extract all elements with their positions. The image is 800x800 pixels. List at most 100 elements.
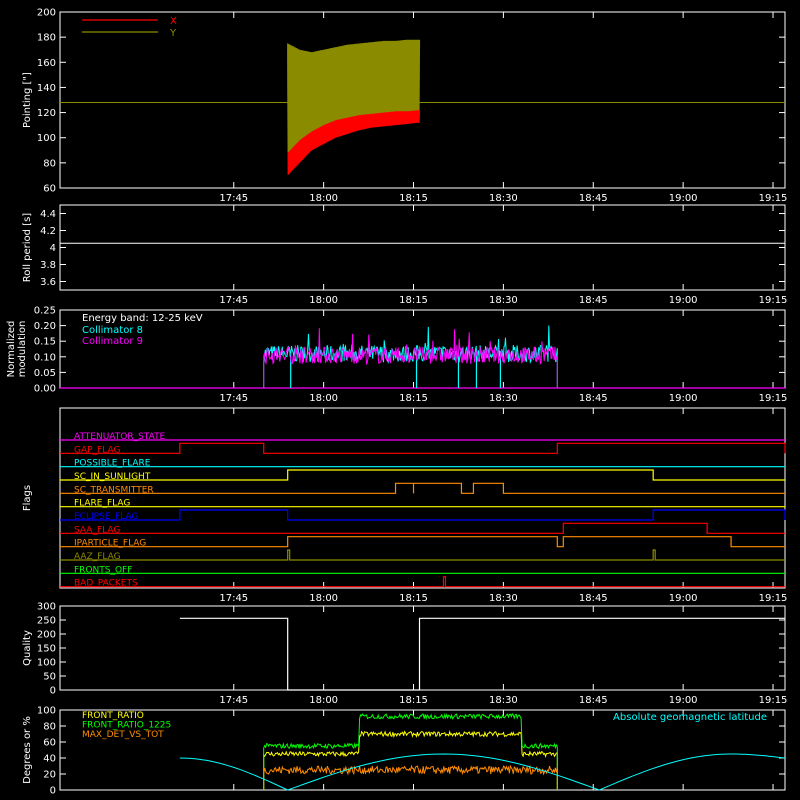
energy-band-annotation: Energy band: 12-25 keV bbox=[82, 313, 203, 324]
y-tick-label-ratios: 0 bbox=[50, 786, 56, 797]
y-tick-label-pointing: 60 bbox=[43, 184, 56, 195]
y-tick-label-quality: 200 bbox=[37, 630, 56, 641]
x-tick-label: 18:45 bbox=[579, 695, 608, 706]
x-tick-label: 19:15 bbox=[759, 593, 788, 604]
legend-label-x: X bbox=[170, 16, 177, 27]
y-tick-label-quality: 100 bbox=[37, 658, 56, 669]
x-tick-label: 18:15 bbox=[399, 695, 428, 706]
y-tick-label-pointing: 180 bbox=[37, 33, 56, 44]
modulation-series-9 bbox=[263, 328, 558, 389]
y-axis-label-ratios: Degrees or % bbox=[22, 716, 33, 784]
x-tick-label: 18:30 bbox=[489, 695, 518, 706]
y-tick-label-pointing: 120 bbox=[37, 108, 56, 119]
y-tick-label-ratios: 60 bbox=[43, 738, 56, 749]
x-tick-label: 19:00 bbox=[669, 695, 698, 706]
y-tick-label-quality: 50 bbox=[43, 672, 56, 683]
flag-line bbox=[60, 522, 785, 534]
y-tick-label-pointing: 200 bbox=[37, 8, 56, 19]
flag-line bbox=[60, 536, 785, 548]
legend-label-y: Y bbox=[169, 28, 177, 39]
x-tick-label: 19:15 bbox=[759, 295, 788, 306]
x-tick-label: 17:45 bbox=[219, 393, 248, 404]
x-tick-label: 19:00 bbox=[669, 193, 698, 204]
ratio-series-line bbox=[263, 729, 558, 791]
x-tick-label: 18:00 bbox=[309, 593, 338, 604]
y-tick-label-roll_period: 4 bbox=[50, 243, 56, 254]
legend-label-collimator: Collimator 8 bbox=[82, 325, 143, 336]
y-tick-label-pointing: 140 bbox=[37, 83, 56, 94]
x-tick-label: 18:45 bbox=[579, 295, 608, 306]
y-axis-label-quality: Quality bbox=[22, 630, 33, 666]
y-tick-label-modulation: 0.25 bbox=[34, 306, 56, 317]
x-tick-label: 18:15 bbox=[399, 593, 428, 604]
chart-canvas: 17:45 18:00 18:15 18:30 18:45 19:00 19:15 Point… bbox=[6, 8, 788, 797]
geomagnetic-latitude-line bbox=[179, 753, 786, 791]
x-tick-label: 18:45 bbox=[579, 593, 608, 604]
y-tick-label-quality: 0 bbox=[50, 686, 56, 697]
x-tick-label: 18:00 bbox=[309, 193, 338, 204]
x-tick-label: 17:45 bbox=[219, 295, 248, 306]
y-tick-label-ratios: 100 bbox=[37, 706, 56, 717]
x-tick-label: 19:15 bbox=[759, 393, 788, 404]
flag-line bbox=[60, 509, 786, 521]
panel-frame-roll_period bbox=[59, 204, 786, 291]
legend-label-ratio: FRONT_RATIO_1225 bbox=[82, 721, 171, 731]
x-tick-label: 18:30 bbox=[489, 193, 518, 204]
x-tick-label: 18:00 bbox=[309, 393, 338, 404]
legend-label-collimator: Collimator 9 bbox=[82, 336, 143, 347]
flag-line bbox=[60, 549, 785, 561]
y-tick-label-roll_period: 4.2 bbox=[40, 226, 56, 237]
y-tick-label-roll_period: 3.6 bbox=[40, 277, 56, 288]
y-axis-label-roll_period: Roll period [s] bbox=[22, 213, 33, 282]
y-tick-label-ratios: 40 bbox=[43, 754, 56, 765]
x-tick-label: 19:00 bbox=[669, 393, 698, 404]
y-axis-label-line: Normalized bbox=[6, 321, 17, 378]
ratio-series-line bbox=[263, 764, 558, 791]
flag-line bbox=[60, 576, 785, 588]
y-tick-label-roll_period: 3.8 bbox=[40, 260, 56, 271]
flag-line bbox=[60, 482, 785, 494]
legend-label-ratio: FRONT_RATIO bbox=[82, 711, 144, 721]
x-tick-label: 18:00 bbox=[309, 695, 338, 706]
x-tick-label: 18:15 bbox=[399, 393, 428, 404]
y-tick-label-quality: 150 bbox=[37, 644, 56, 655]
x-tick-label: 19:00 bbox=[669, 295, 698, 306]
y-tick-label-modulation: 0.15 bbox=[34, 337, 56, 348]
x-tick-label: 17:45 bbox=[219, 593, 248, 604]
y-tick-label-modulation: 0.10 bbox=[34, 352, 56, 363]
y-axis-label-line: modulation bbox=[17, 321, 28, 378]
y-tick-label-quality: 300 bbox=[37, 602, 56, 613]
y-tick-label-pointing: 80 bbox=[43, 158, 56, 169]
y-axis-label-pointing: Pointing ["] bbox=[22, 72, 33, 128]
x-tick-label: 18:30 bbox=[489, 593, 518, 604]
y-tick-label-ratios: 80 bbox=[43, 722, 56, 733]
x-tick-label: 18:15 bbox=[399, 193, 428, 204]
x-tick-label: 19:15 bbox=[759, 193, 788, 204]
x-tick-label: 19:15 bbox=[759, 695, 788, 706]
x-tick-label: 18:30 bbox=[489, 295, 518, 306]
x-tick-label: 18:30 bbox=[489, 393, 518, 404]
flag-line bbox=[60, 442, 786, 454]
quality-line bbox=[179, 617, 785, 691]
legend-label-ratio: MAX_DET_VS_TOT bbox=[82, 730, 164, 740]
panel-frame-flags bbox=[59, 407, 786, 589]
x-tick-label: 19:00 bbox=[669, 593, 698, 604]
x-tick-label: 18:45 bbox=[579, 193, 608, 204]
y-tick-label-roll_period: 4.4 bbox=[40, 209, 56, 220]
x-tick-label: 18:00 bbox=[309, 295, 338, 306]
panel-frame-pointing bbox=[59, 11, 786, 189]
x-tick-label: 18:15 bbox=[399, 295, 428, 306]
y-tick-label-modulation: 0.05 bbox=[34, 368, 56, 379]
y-tick-label-quality: 250 bbox=[37, 616, 56, 627]
x-tick-label: 18:45 bbox=[579, 393, 608, 404]
x-tick-label: 17:45 bbox=[219, 695, 248, 706]
y-axis-label-flags: Flags bbox=[22, 485, 33, 511]
y-tick-label-modulation: 0.00 bbox=[34, 384, 56, 395]
y-tick-label-ratios: 20 bbox=[43, 770, 56, 781]
y-tick-label-pointing: 160 bbox=[37, 58, 56, 69]
x-tick-label: 17:45 bbox=[219, 193, 248, 204]
flag-line bbox=[60, 469, 785, 481]
y-tick-label-pointing: 100 bbox=[37, 133, 56, 144]
y-axis-label-modulation: Normalizedmodulation bbox=[6, 321, 28, 378]
geomagnetic-latitude-label: Absolute geomagnetic latitude bbox=[613, 712, 767, 723]
